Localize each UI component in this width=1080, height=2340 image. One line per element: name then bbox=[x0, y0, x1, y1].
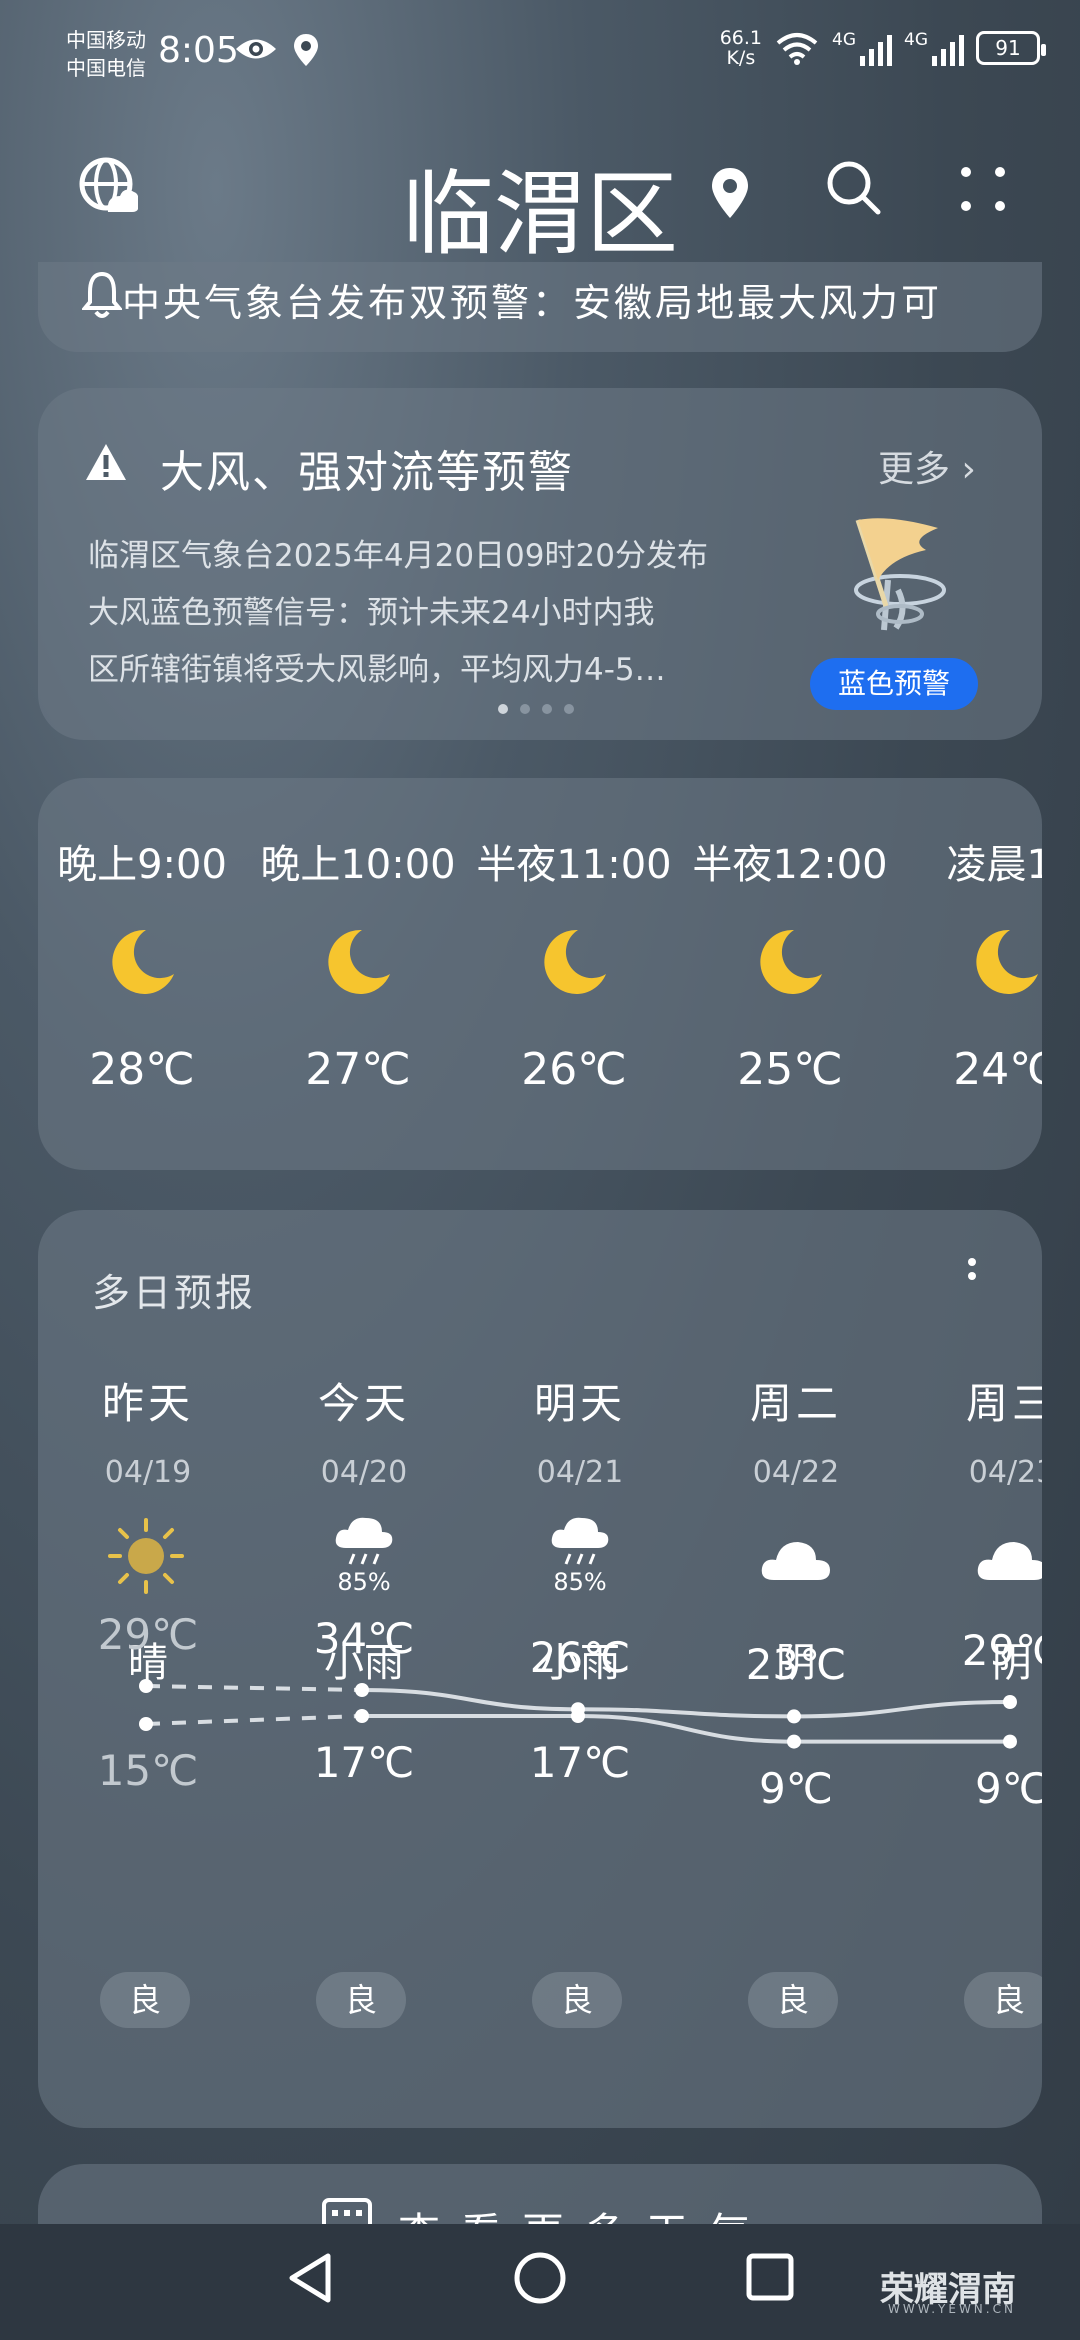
moon-icon bbox=[328, 929, 390, 994]
low-temp-past-line bbox=[145, 1714, 363, 1726]
hour-time: 凌晨1: bbox=[946, 842, 1042, 888]
hour-time: 晚上9:00 bbox=[57, 842, 227, 888]
warning-level-badge[interactable]: 蓝色预警 bbox=[810, 658, 978, 710]
air-quality-badge[interactable]: 良 bbox=[532, 1972, 622, 2028]
high-temp-line bbox=[361, 1688, 1011, 1719]
page-dot-1 bbox=[498, 704, 508, 714]
hour-temp: 26℃ bbox=[521, 1044, 627, 1095]
city-title: 临渭区 bbox=[401, 161, 678, 268]
high-temp: 34℃ bbox=[313, 1614, 415, 1663]
back-icon[interactable] bbox=[284, 2250, 336, 2306]
net-speed-value: 66.1 bbox=[719, 27, 762, 49]
high-temp: 29℃ bbox=[97, 1610, 199, 1659]
status-time: 8:05 bbox=[158, 30, 239, 71]
high-temp: 29℃ bbox=[961, 1626, 1042, 1675]
carrier-2: 中国电信 bbox=[66, 56, 146, 80]
hour-temp: 27℃ bbox=[305, 1044, 411, 1095]
hour-item[interactable]: 半夜12:00 25℃ bbox=[682, 832, 898, 1095]
low-temp-point bbox=[787, 1734, 801, 1749]
battery-icon: 91 bbox=[976, 31, 1046, 65]
home-icon[interactable] bbox=[512, 2250, 568, 2306]
page-dot-2 bbox=[520, 704, 530, 714]
low-temp-point bbox=[355, 1709, 369, 1723]
wifi-icon bbox=[776, 33, 818, 65]
signal-2: 4G bbox=[904, 30, 964, 66]
high-temp: 23℃ bbox=[745, 1640, 847, 1690]
high-temp-past-line bbox=[145, 1684, 363, 1692]
warning-title: 大风、强对流等预警 bbox=[160, 447, 574, 498]
high-temp-point bbox=[1003, 1695, 1017, 1709]
bell-icon bbox=[82, 271, 122, 318]
net-speed: 66.1 K/s bbox=[720, 28, 762, 68]
low-temp-point bbox=[571, 1709, 585, 1723]
battery-level: 91 bbox=[995, 36, 1021, 60]
hour-item[interactable]: 晚上10:00 27℃ bbox=[250, 832, 466, 1095]
hourly-forecast-card[interactable]: 晚上9:00 28℃ 晚上10:00 27℃ 半夜11:00 26℃ 半夜12:… bbox=[38, 778, 1042, 1170]
warning-line-2: 大风蓝色预警信号：预计未来24小时内我 bbox=[88, 595, 655, 631]
low-temp: 17℃ bbox=[313, 1738, 415, 1787]
warning-body: 临渭区气象台2025年4月20日09时20分发布 大风蓝色预警信号：预计未来24… bbox=[88, 528, 748, 699]
high-temp-point bbox=[139, 1679, 153, 1693]
low-temp: 9℃ bbox=[759, 1763, 833, 1813]
hour-temp: 28℃ bbox=[89, 1044, 195, 1095]
signal-bars-1-icon bbox=[860, 35, 892, 66]
location-status-icon bbox=[294, 34, 318, 66]
warning-triangle-icon bbox=[86, 444, 126, 480]
moon-icon bbox=[976, 929, 1038, 994]
status-bar: 中国移动 中国电信 8:05 66.1 K/s 4G 4G 91 bbox=[0, 0, 1080, 110]
air-quality-badge[interactable]: 良 bbox=[316, 1972, 406, 2028]
carrier-labels: 中国移动 中国电信 bbox=[66, 26, 146, 82]
location-pin-icon bbox=[712, 168, 748, 218]
net-speed-unit: K/s bbox=[726, 47, 756, 69]
warning-line-3: 区所辖街镇将受大风影响，平均风力4-5… bbox=[88, 652, 666, 688]
carrier-1: 中国移动 bbox=[66, 28, 146, 52]
hour-temp: 25℃ bbox=[737, 1044, 843, 1095]
hour-time: 晚上10:00 bbox=[260, 842, 456, 888]
moon-icon bbox=[760, 929, 822, 994]
watermark-url: WWW.YEWN.CN bbox=[888, 2302, 1016, 2316]
notice-text[interactable]: 中央气象台发布双预警：安徽局地最大风力可 bbox=[122, 272, 942, 327]
page-dot-3 bbox=[542, 704, 552, 714]
search-icon[interactable] bbox=[826, 160, 882, 216]
moon-icon bbox=[112, 929, 174, 994]
signal-bars-2-icon bbox=[932, 35, 964, 66]
wind-flag-icon bbox=[854, 518, 946, 631]
recents-icon[interactable] bbox=[744, 2250, 796, 2306]
hour-time: 半夜12:00 bbox=[692, 842, 888, 888]
hour-item[interactable]: 凌晨1: 24℃ bbox=[898, 832, 1042, 1095]
high-temp: 26℃ bbox=[529, 1633, 631, 1683]
signal-1-label: 4G bbox=[832, 30, 856, 50]
air-quality-badge[interactable]: 良 bbox=[100, 1972, 190, 2028]
signal-1: 4G bbox=[832, 30, 892, 66]
hour-item[interactable]: 晚上9:00 28℃ bbox=[38, 832, 250, 1095]
hour-time: 半夜11:00 bbox=[476, 842, 672, 888]
page-indicator bbox=[498, 704, 574, 714]
low-temp-point bbox=[139, 1717, 153, 1731]
air-quality-badge[interactable]: 良 bbox=[748, 1972, 838, 2028]
status-right: 66.1 K/s 4G 4G 91 bbox=[720, 28, 1046, 68]
more-menu-icon[interactable] bbox=[958, 164, 1008, 214]
high-temp-point bbox=[787, 1709, 801, 1724]
warning-more-link[interactable]: 更多 › bbox=[878, 440, 976, 492]
low-temp: 15℃ bbox=[97, 1746, 199, 1795]
signal-2-label: 4G bbox=[904, 30, 928, 50]
page-dot-4 bbox=[564, 704, 574, 714]
hour-temp: 24℃ bbox=[953, 1044, 1042, 1095]
air-quality-badge[interactable]: 良 bbox=[964, 1972, 1042, 2028]
low-temp: 9℃ bbox=[975, 1763, 1042, 1813]
hour-item[interactable]: 半夜11:00 26℃ bbox=[466, 832, 682, 1095]
low-temp: 17℃ bbox=[529, 1738, 631, 1787]
moon-icon bbox=[544, 929, 606, 994]
low-temp-point bbox=[1003, 1734, 1017, 1749]
high-temp-point bbox=[355, 1683, 369, 1697]
daily-columns: 昨天 04/19 今天 04/20 明天 04/21 周二 04/22 周三 0… bbox=[38, 1210, 1042, 2128]
eye-icon bbox=[236, 39, 276, 59]
warning-line-1: 临渭区气象台2025年4月20日09时20分发布 bbox=[88, 538, 708, 574]
